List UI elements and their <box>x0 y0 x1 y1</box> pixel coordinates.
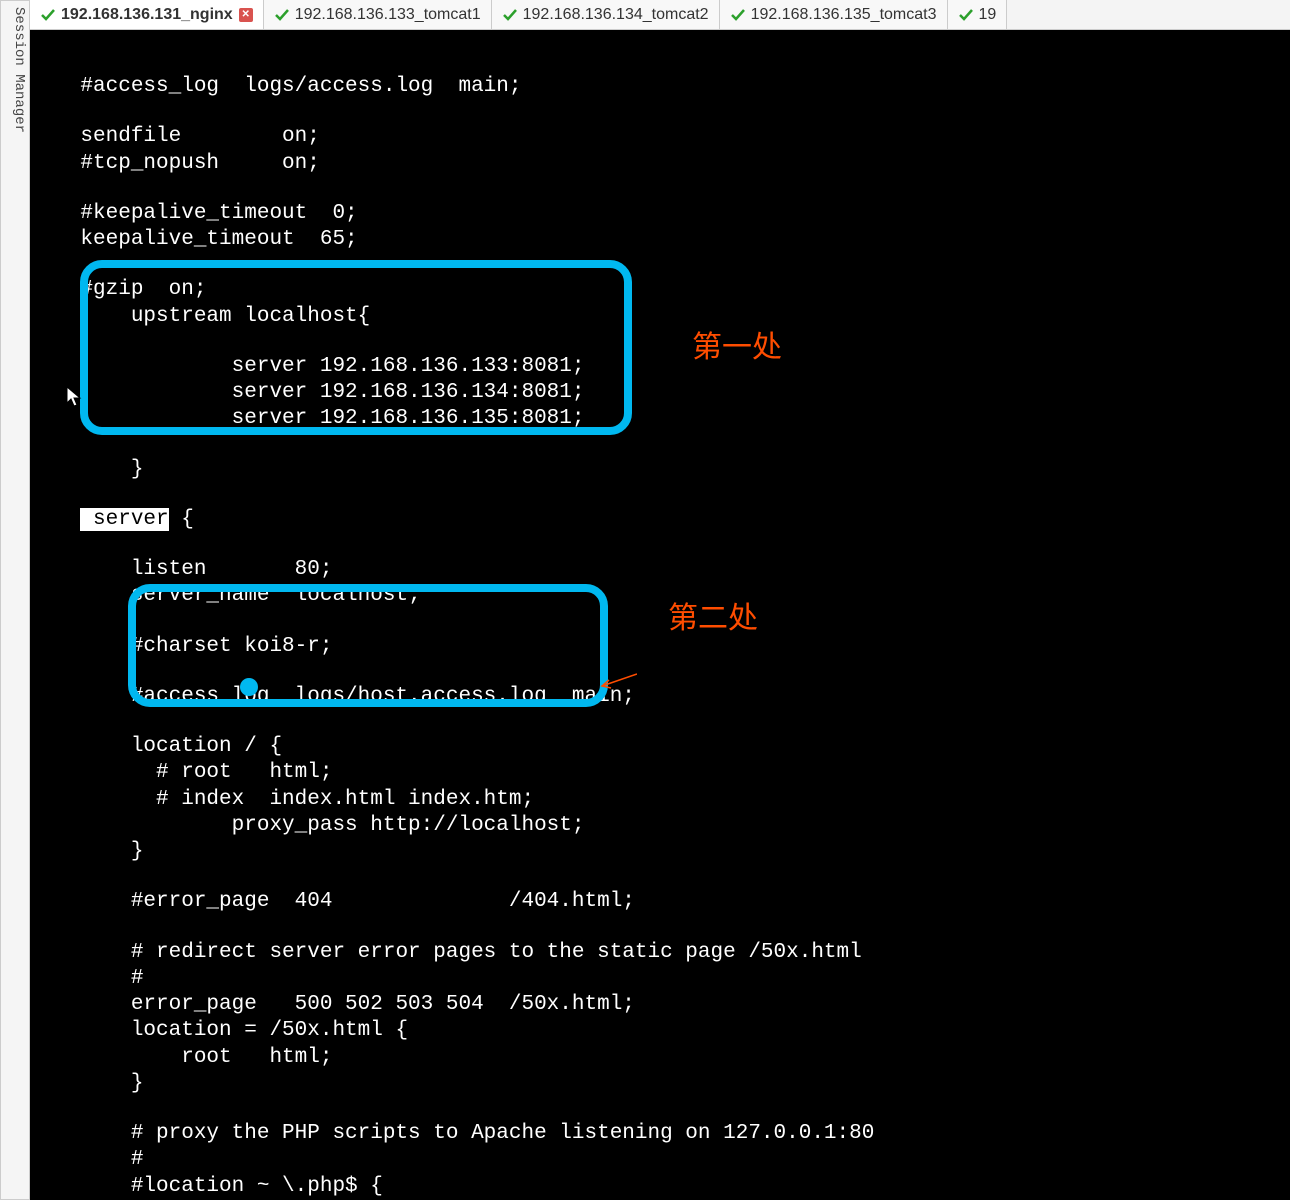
terminal-line: error_page 500 502 503 504 /50x.html; <box>30 992 1290 1018</box>
terminal-line <box>30 433 1290 457</box>
terminal-line <box>30 865 1290 889</box>
checkmark-icon <box>274 7 290 23</box>
terminal-line: # <box>30 966 1290 992</box>
terminal-line: #access_log logs/host.access.log main; <box>30 684 1290 710</box>
terminal-line: location / { <box>30 734 1290 760</box>
tab-label: 19 <box>979 6 997 24</box>
terminal-line: # index index.html index.htm; <box>30 787 1290 813</box>
terminal-line <box>30 1097 1290 1121</box>
main-panel: 192.168.136.131_nginx ✕ 192.168.136.133_to… <box>30 0 1290 1200</box>
tab-0[interactable]: 192.168.136.131_nginx ✕ <box>30 0 264 29</box>
terminal-line: # root html; <box>30 760 1290 786</box>
terminal-line: listen 80; <box>30 557 1290 583</box>
terminal-line <box>30 533 1290 557</box>
terminal-line: # <box>30 1147 1290 1173</box>
tab-2[interactable]: 192.168.136.134_tomcat2 <box>492 0 720 29</box>
terminal-line: server 192.168.136.133:8081; <box>30 354 1290 380</box>
tab-label: 192.168.136.135_tomcat3 <box>751 6 937 24</box>
terminal-line: } <box>30 1071 1290 1097</box>
tab-1[interactable]: 192.168.136.133_tomcat1 <box>264 0 492 29</box>
tab-bar: 192.168.136.131_nginx ✕ 192.168.136.133_to… <box>30 0 1290 30</box>
session-manager-sidebar[interactable]: Session Manager <box>0 0 30 1200</box>
terminal-line: # redirect server error pages to the sta… <box>30 940 1290 966</box>
terminal-line <box>30 916 1290 940</box>
tab-4[interactable]: 19 <box>948 0 1008 29</box>
terminal-wrapper: #access_log logs/access.log main; sendfi… <box>30 30 1290 1200</box>
checkmark-icon <box>40 7 56 23</box>
highlighted-keyword: server <box>80 508 168 531</box>
terminal-line: root html; <box>30 1045 1290 1071</box>
annotation-arrow-icon <box>597 672 637 692</box>
terminal-line: } <box>30 839 1290 865</box>
terminal[interactable]: #access_log logs/access.log main; sendfi… <box>30 30 1290 1200</box>
terminal-line <box>30 177 1290 201</box>
terminal-line: #charset koi8-r; <box>30 634 1290 660</box>
tab-label: 192.168.136.133_tomcat1 <box>295 6 481 24</box>
terminal-line: #access_log logs/access.log main; <box>30 74 1290 100</box>
terminal-line <box>30 660 1290 684</box>
terminal-line: sendfile on; <box>30 124 1290 150</box>
terminal-line: #location ~ \.php$ { <box>30 1174 1290 1200</box>
checkmark-icon <box>502 7 518 23</box>
terminal-line <box>30 50 1290 74</box>
checkmark-icon <box>958 7 974 23</box>
terminal-line: proxy_pass http://localhost; <box>30 813 1290 839</box>
terminal-line: server 192.168.136.134:8081; <box>30 380 1290 406</box>
terminal-line: upstream localhost{ <box>30 304 1290 330</box>
terminal-line: location = /50x.html { <box>30 1018 1290 1044</box>
highlight-dot <box>240 678 258 696</box>
terminal-line <box>30 610 1290 634</box>
terminal-line <box>30 253 1290 277</box>
annotation-first: 第一处 <box>692 322 782 366</box>
terminal-line: server 192.168.136.135:8081; <box>30 406 1290 432</box>
annotation-second: 第二处 <box>668 593 758 637</box>
terminal-line <box>30 710 1290 734</box>
terminal-line: server_name localhost; <box>30 583 1290 609</box>
terminal-line: #gzip on; <box>30 277 1290 303</box>
mouse-cursor-icon <box>66 386 82 408</box>
terminal-line <box>30 483 1290 507</box>
terminal-line: #tcp_nopush on; <box>30 151 1290 177</box>
terminal-line: keepalive_timeout 65; <box>30 227 1290 253</box>
checkmark-icon <box>730 7 746 23</box>
terminal-line: #error_page 404 /404.html; <box>30 889 1290 915</box>
terminal-line: #keepalive_timeout 0; <box>30 201 1290 227</box>
terminal-line: # proxy the PHP scripts to Apache listen… <box>30 1121 1290 1147</box>
app-container: Session Manager 192.168.136.131_nginx✕19… <box>0 0 1290 1200</box>
tab-label: 192.168.136.131_nginx <box>61 6 233 24</box>
tab-3[interactable]: 192.168.136.135_tomcat3 <box>720 0 948 29</box>
terminal-line <box>30 100 1290 124</box>
terminal-line: } <box>30 457 1290 483</box>
tab-label: 192.168.136.134_tomcat2 <box>523 6 709 24</box>
terminal-line <box>30 330 1290 354</box>
terminal-line-server: server { <box>30 507 1290 533</box>
close-icon[interactable]: ✕ <box>239 8 253 22</box>
